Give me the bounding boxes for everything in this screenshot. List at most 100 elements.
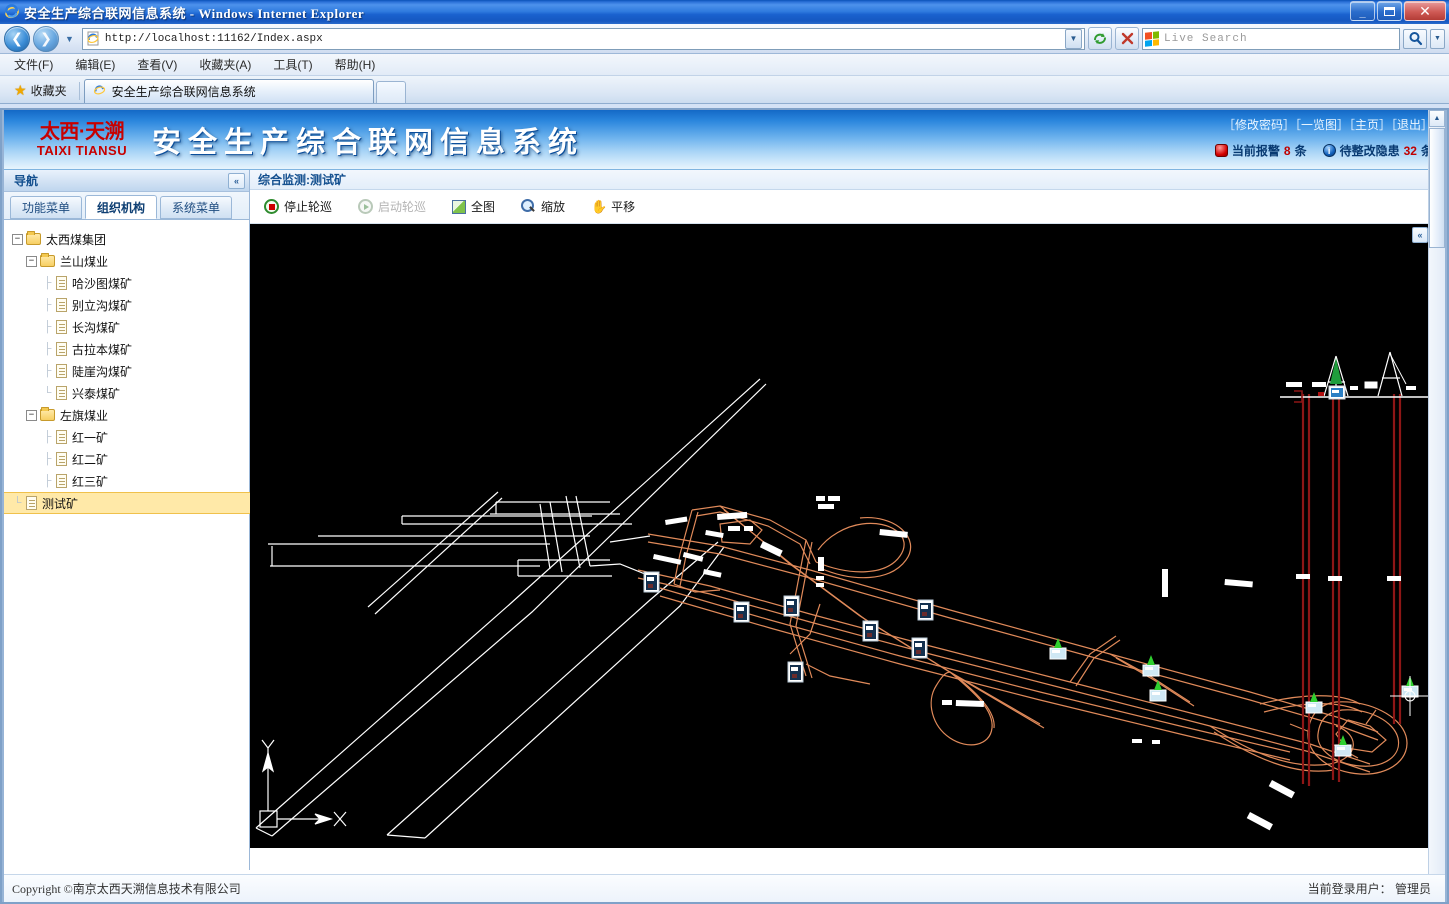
pan-button[interactable]: ✋ 平移	[591, 198, 635, 215]
document-icon	[56, 474, 67, 488]
browser-window: 安全生产综合联网信息系统 - Windows Internet Explorer…	[0, 0, 1449, 904]
favorites-label: 收藏夹	[30, 83, 67, 98]
scroll-up-button[interactable]: ▲	[1429, 110, 1445, 127]
alarm-bell-icon	[1214, 144, 1228, 157]
window-titlebar: 安全生产综合联网信息系统 - Windows Internet Explorer…	[0, 0, 1449, 24]
mine-map-canvas[interactable]: «	[250, 224, 1430, 848]
current-user-label: 当前登录用户：	[1307, 882, 1392, 896]
tree-node-selected-mine[interactable]: └ 测试矿	[4, 492, 250, 514]
stop-button[interactable]	[1115, 27, 1139, 50]
menu-view[interactable]: 查看(V)	[137, 56, 177, 73]
tree-node-mine[interactable]: ├ 别立沟煤矿	[12, 294, 249, 316]
internet-explorer-icon	[93, 83, 107, 100]
tree-node-mine[interactable]: ├ 陡崖沟煤矿	[12, 360, 249, 382]
sidebar-header: 导航 «	[4, 170, 249, 192]
internet-explorer-icon	[4, 4, 20, 20]
expander-icon[interactable]: −	[26, 409, 37, 421]
forward-button[interactable]: ❯	[33, 25, 59, 52]
sensor-marker	[911, 637, 928, 659]
hazard-count: 32	[1403, 143, 1417, 158]
tab-function-menu[interactable]: 功能菜单	[10, 196, 83, 219]
sensor-marker	[643, 571, 660, 593]
main-panel: 综合监测:测试矿 停止轮巡 启动轮巡 全图 缩放 ✋ 平移 «	[250, 170, 1445, 870]
breadcrumb: 综合监测:测试矿	[250, 170, 1445, 190]
expander-icon[interactable]: −	[26, 255, 37, 267]
tree-node-group[interactable]: − 太西煤集团	[12, 228, 249, 250]
menu-help[interactable]: 帮助(H)	[335, 56, 376, 73]
logout-link[interactable]: ［退出］	[1391, 118, 1433, 132]
tree-node-label: 别立沟煤矿	[72, 298, 133, 313]
tree-node-label: 古拉本煤矿	[72, 342, 133, 357]
alarm-count: 8	[1283, 143, 1291, 158]
minimize-button[interactable]: _	[1350, 1, 1375, 21]
start-patrol-button[interactable]: 启动轮巡	[358, 198, 426, 215]
pan-label: 平移	[611, 200, 636, 214]
tree-node-label: 红二矿	[72, 452, 109, 467]
tree-node-mine[interactable]: ├ 长沟煤矿	[12, 316, 249, 338]
page-footer: Copyright ©南京太西天溯信息技术有限公司 当前登录用户： 管理员	[4, 874, 1445, 902]
start-patrol-label: 启动轮巡	[378, 200, 427, 214]
document-icon	[56, 430, 67, 444]
search-button[interactable]	[1403, 28, 1427, 49]
tree-node-mine[interactable]: ├ 红三矿	[12, 470, 249, 492]
back-button[interactable]: ❮	[4, 25, 30, 52]
tree-node-label: 陡崖沟煤矿	[72, 364, 133, 379]
expander-icon[interactable]: −	[12, 233, 23, 245]
alarm-label: 当前报警	[1231, 144, 1280, 158]
search-options-icon[interactable]: ▼	[1430, 28, 1445, 49]
menu-edit[interactable]: 编辑(E)	[75, 56, 115, 73]
search-input[interactable]: Live Search	[1142, 27, 1400, 50]
logo-chinese-text: 太西·天溯	[39, 121, 125, 143]
browser-tab[interactable]: 安全生产综合联网信息系统	[83, 79, 374, 103]
tree-node-label: 红一矿	[72, 430, 109, 445]
organization-tree: − 太西煤集团 − 兰山煤业 ├ 哈沙图煤矿 ├ 别立沟煤矿 ├ 长沟煤矿 ├ …	[4, 220, 250, 514]
tree-node-zuoqi[interactable]: − 左旗煤业	[12, 404, 249, 426]
folder-icon	[40, 253, 55, 267]
scroll-thumb[interactable]	[1429, 128, 1445, 248]
zoom-icon	[521, 199, 536, 214]
zoom-button[interactable]: 缩放	[521, 198, 565, 215]
overview-map-link[interactable]: ［一览图］	[1295, 118, 1349, 132]
refresh-button[interactable]	[1088, 27, 1112, 50]
current-user-info: 当前登录用户： 管理员	[1308, 880, 1431, 897]
address-dropdown-icon[interactable]: ▼	[1065, 28, 1082, 49]
map-collapse-button[interactable]: «	[1412, 227, 1428, 243]
tree-node-mine[interactable]: ├ 红一矿	[12, 426, 249, 448]
sidebar-collapse-button[interactable]: «	[228, 172, 245, 189]
tree-node-mine[interactable]: └ 兴泰煤矿	[12, 382, 249, 404]
full-extent-button[interactable]: 全图	[452, 198, 495, 215]
tree-node-mine[interactable]: ├ 哈沙图煤矿	[12, 272, 249, 294]
change-password-link[interactable]: ［修改密码］	[1223, 118, 1295, 132]
copyright-text: Copyright ©南京太西天溯信息技术有限公司	[12, 882, 241, 896]
tree-node-mine[interactable]: ├ 古拉本煤矿	[12, 338, 249, 360]
tree-node-label: 左旗煤业	[60, 408, 109, 423]
page-scrollbar[interactable]: ▲	[1428, 110, 1445, 902]
start-patrol-icon	[358, 199, 374, 214]
menu-tools[interactable]: 工具(T)	[273, 56, 312, 73]
tree-node-label: 兴泰煤矿	[72, 386, 121, 401]
menu-favorites[interactable]: 收藏夹(A)	[199, 56, 251, 73]
home-link[interactable]: ［主页］	[1349, 118, 1391, 132]
sidebar-tabs: 功能菜单 组织机构 系统菜单	[4, 192, 249, 220]
close-button[interactable]: ✕	[1404, 1, 1446, 21]
tab-system-menu[interactable]: 系统菜单	[160, 196, 233, 219]
tree-node-mine[interactable]: ├ 红二矿	[12, 448, 249, 470]
current-alarm-status[interactable]: 当前报警 8 条	[1214, 142, 1307, 159]
favorites-button[interactable]: ★ 收藏夹	[8, 79, 77, 101]
browser-tab-label: 安全生产综合联网信息系统	[111, 85, 256, 99]
folder-icon	[26, 231, 41, 245]
new-tab-button[interactable]	[375, 81, 406, 103]
stop-patrol-button[interactable]: 停止轮巡	[264, 198, 332, 215]
maximize-button[interactable]	[1377, 1, 1402, 21]
menu-file[interactable]: 文件(F)	[14, 56, 53, 73]
address-url: http://localhost:11162/Index.aspx	[104, 32, 323, 45]
tab-organization[interactable]: 组织机构	[85, 195, 158, 219]
address-bar[interactable]: http://localhost:11162/Index.aspx ▼	[81, 27, 1085, 50]
tree-line: ├	[43, 453, 52, 465]
document-icon	[26, 496, 37, 510]
pending-hazard-status[interactable]: i 待整改隐患 32 条	[1322, 142, 1433, 159]
tree-line: └	[43, 387, 52, 399]
tree-node-lanshan[interactable]: − 兰山煤业	[12, 250, 249, 272]
history-dropdown-icon[interactable]: ▼	[62, 34, 77, 44]
page-icon	[86, 31, 101, 46]
